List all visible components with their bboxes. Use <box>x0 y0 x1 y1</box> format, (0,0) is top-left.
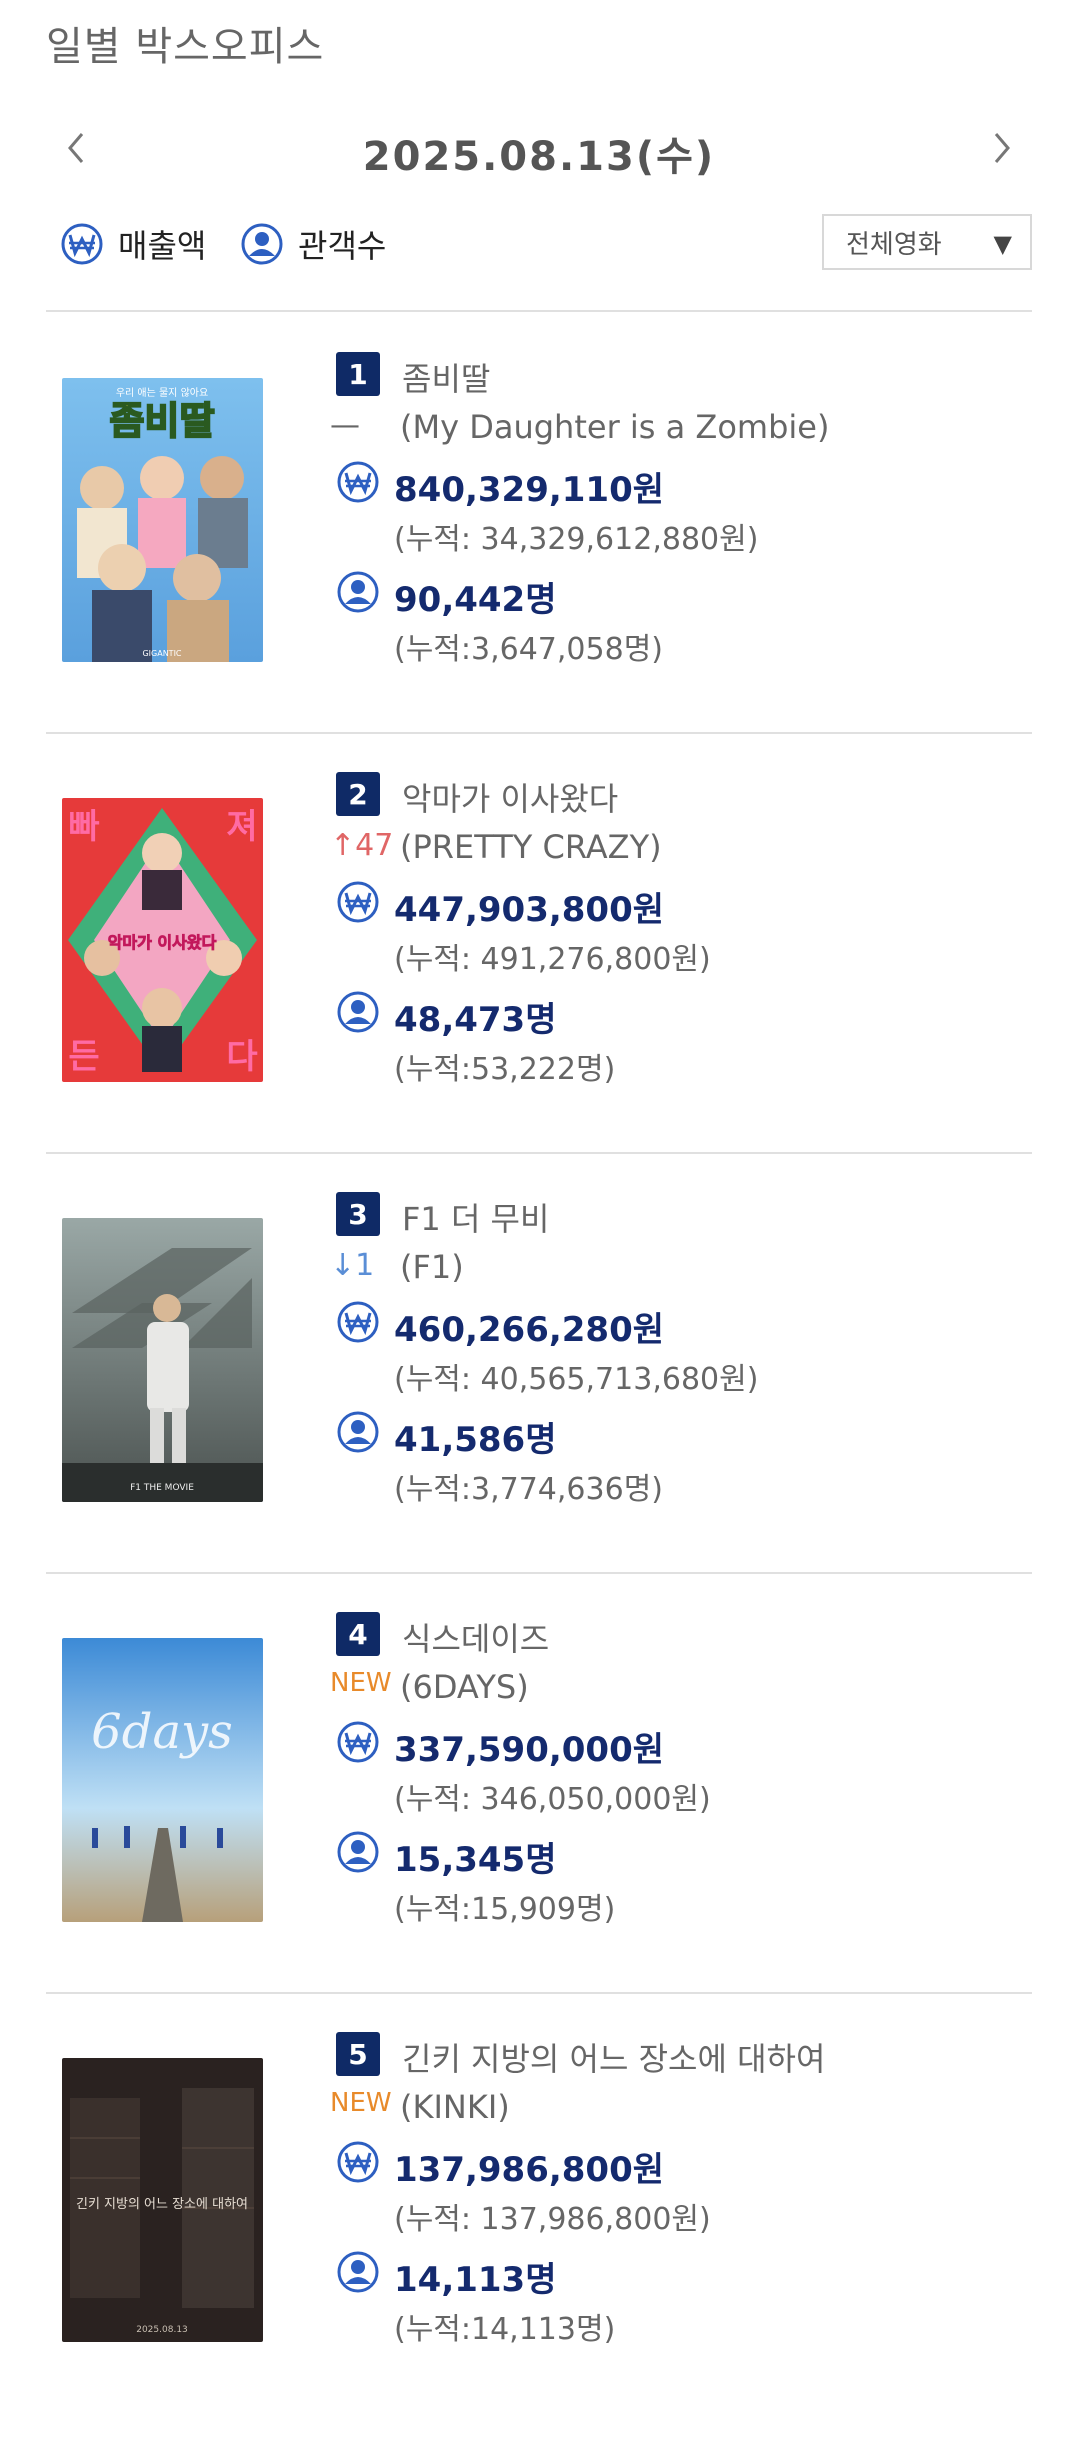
cumulative-audience: (누적:3,647,058명) <box>394 632 663 667</box>
cumulative-sales: (누적: 346,050,000원) <box>394 1782 711 1817</box>
won-icon <box>337 1721 379 1763</box>
daily-audience: 48,473명 <box>394 1000 557 1040</box>
audience-toggle-label: 관객수 <box>298 227 387 265</box>
rank-change: ↓1 <box>330 1248 375 1283</box>
divider <box>46 1152 1032 1154</box>
cumulative-audience: (누적:53,222명) <box>394 1052 616 1087</box>
poster-2-corner-tr: 져 <box>226 807 257 847</box>
user-icon <box>337 1831 379 1873</box>
poster-4-title: 6days <box>91 1704 233 1760</box>
user-icon <box>337 991 379 1033</box>
won-icon <box>337 2141 379 2183</box>
poster-1-footer: GIGANTIC <box>142 649 181 658</box>
poster-5-title: 긴키 지방의 어느 장소에 대하여 <box>76 2197 248 2212</box>
cumulative-audience: (누적:15,909명) <box>394 1892 616 1927</box>
next-day-button[interactable] <box>972 118 1032 178</box>
english-title: (F1) <box>400 1248 464 1286</box>
cumulative-audience: (누적:14,113명) <box>394 2312 616 2347</box>
won-icon <box>337 461 379 503</box>
poster-3[interactable]: F1 THE MOVIE <box>62 1218 263 1502</box>
sales-toggle[interactable]: 매출액 <box>60 214 206 274</box>
english-title: (KINKI) <box>400 2088 510 2126</box>
poster-image-f1: F1 THE MOVIE <box>62 1218 263 1502</box>
daily-sales: 337,590,000원 <box>394 1730 665 1770</box>
daily-sales: 137,986,800원 <box>394 2150 665 2190</box>
divider <box>46 1992 1032 1994</box>
daily-sales: 447,903,800원 <box>394 890 665 930</box>
movie-filter-select[interactable]: 전체영화 ▼ <box>822 214 1032 270</box>
english-title: (My Daughter is a Zombie) <box>400 408 830 446</box>
user-icon <box>337 2251 379 2293</box>
movie-entry-5: 긴키 지방의 어느 장소에 대하여 2025.08.13 5 긴키 지방의 어느… <box>0 2032 1078 2452</box>
movie-title[interactable]: 식스데이즈 <box>402 1614 549 1660</box>
rank-badge: 2 <box>336 772 380 816</box>
cumulative-sales: (누적: 137,986,800원) <box>394 2202 711 2237</box>
user-icon <box>337 1411 379 1453</box>
movie-entry-2: 빠 져 든 다 악마가 이사왔다 2 악마가 이사왔다 ↑47 (PRETTY … <box>0 772 1078 1192</box>
poster-5[interactable]: 긴키 지방의 어느 장소에 대하여 2025.08.13 <box>62 2058 263 2342</box>
rank-change: — <box>330 408 360 443</box>
poster-1[interactable]: 우리 애는 물지 않아요 좀비딸 GIGANTIC <box>62 378 263 662</box>
poster-1-tagline: 우리 애는 물지 않아요 <box>116 387 208 399</box>
page-title: 일별 박스오피스 <box>46 24 325 70</box>
daily-audience: 90,442명 <box>394 580 557 620</box>
won-icon <box>337 1301 379 1343</box>
english-title: (PRETTY CRAZY) <box>400 828 662 866</box>
poster-2[interactable]: 빠 져 든 다 악마가 이사왔다 <box>62 798 263 1082</box>
movie-title[interactable]: 악마가 이사왔다 <box>402 774 618 820</box>
rank-change: NEW <box>330 1668 392 1698</box>
date-navigator: 2025.08.13(수) <box>46 118 1032 180</box>
cumulative-audience: (누적:3,774,636명) <box>394 1472 663 1507</box>
movie-entry-1: 우리 애는 물지 않아요 좀비딸 GIGANTIC 1 좀비딸 — (My Da… <box>0 352 1078 772</box>
movie-title[interactable]: F1 더 무비 <box>402 1194 549 1240</box>
rank-change: NEW <box>330 2088 392 2118</box>
rank-badge: 3 <box>336 1192 380 1236</box>
rank-change: ↑47 <box>330 828 394 863</box>
poster-image-zombie-daughter: 우리 애는 물지 않아요 좀비딸 GIGANTIC <box>62 378 263 662</box>
chevron-right-icon <box>994 133 1010 163</box>
divider <box>46 1572 1032 1574</box>
daily-sales: 840,329,110원 <box>394 470 665 510</box>
sales-toggle-label: 매출액 <box>118 227 207 265</box>
poster-image-pretty-crazy: 빠 져 든 다 악마가 이사왔다 <box>62 798 263 1082</box>
movie-title[interactable]: 좀비딸 <box>402 354 490 400</box>
won-icon <box>337 881 379 923</box>
rank-badge: 5 <box>336 2032 380 2076</box>
poster-image-6days: 6days <box>62 1638 263 1922</box>
poster-2-title: 악마가 이사왔다 <box>108 933 217 952</box>
poster-2-corner-bl: 든 <box>68 1037 99 1077</box>
toolbar: 매출액 관객수 전체영화 ▼ <box>60 214 1032 274</box>
rank-badge: 1 <box>336 352 380 396</box>
box-office-page: 일별 박스오피스 2025.08.13(수) 매출액 관객수 전체영화 ▼ 우리… <box>0 0 1078 2370</box>
cumulative-sales: (누적: 34,329,612,880원) <box>394 522 759 557</box>
daily-audience: 41,586명 <box>394 1420 557 1460</box>
english-title: (6DAYS) <box>400 1668 529 1706</box>
movie-filter-value: 전체영화 <box>846 229 942 260</box>
rank-badge: 4 <box>336 1612 380 1656</box>
current-date: 2025.08.13(수) <box>362 134 716 180</box>
movie-entry-4: 6days 4 식스데이즈 NEW (6DAYS) 337,590,000원 (… <box>0 1612 1078 2032</box>
dropdown-caret-icon: ▼ <box>993 230 1012 258</box>
poster-5-date: 2025.08.13 <box>136 2325 188 2335</box>
poster-3-title: F1 THE MOVIE <box>130 1483 194 1493</box>
poster-2-corner-br: 다 <box>226 1037 257 1077</box>
daily-sales: 460,266,280원 <box>394 1310 665 1350</box>
movie-entry-3: F1 THE MOVIE 3 F1 더 무비 ↓1 (F1) 460,266,2… <box>0 1192 1078 1612</box>
user-icon <box>337 571 379 613</box>
daily-audience: 14,113명 <box>394 2260 557 2300</box>
won-icon <box>61 223 103 265</box>
movie-title[interactable]: 긴키 지방의 어느 장소에 대하여 <box>402 2034 825 2080</box>
user-icon <box>241 223 283 265</box>
daily-audience: 15,345명 <box>394 1840 557 1880</box>
cumulative-sales: (누적: 40,565,713,680원) <box>394 1362 759 1397</box>
cumulative-sales: (누적: 491,276,800원) <box>394 942 711 977</box>
poster-1-title: 좀비딸 <box>110 399 215 443</box>
divider <box>46 732 1032 734</box>
divider <box>46 310 1032 312</box>
poster-2-corner-tl: 빠 <box>68 807 99 847</box>
poster-image-kinki: 긴키 지방의 어느 장소에 대하여 2025.08.13 <box>62 2058 263 2342</box>
audience-toggle[interactable]: 관객수 <box>240 214 386 274</box>
poster-4[interactable]: 6days <box>62 1638 263 1922</box>
